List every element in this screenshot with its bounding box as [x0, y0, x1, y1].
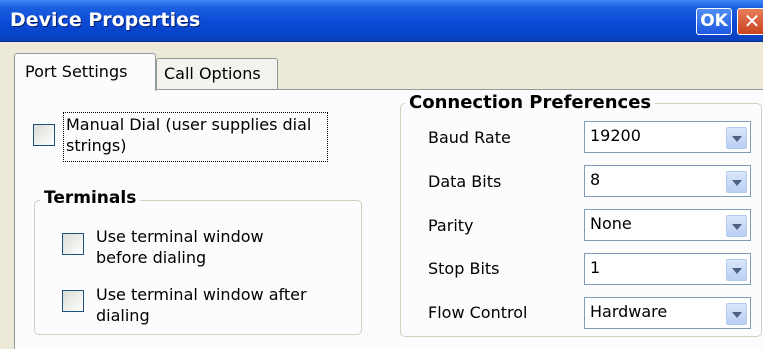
chevron-down-icon[interactable] — [726, 127, 747, 149]
stop-bits-label: Stop Bits — [428, 259, 500, 278]
chevron-down-icon[interactable] — [726, 259, 747, 281]
chevron-down-icon[interactable] — [726, 215, 747, 237]
data-bits-select[interactable]: 8 — [584, 165, 751, 197]
terminal-before-dialing-label[interactable]: Use terminal window before dialing — [96, 226, 264, 268]
parity-label: Parity — [428, 216, 474, 235]
flow-control-value: Hardware — [590, 302, 668, 321]
manual-dial-checkbox[interactable] — [33, 124, 55, 146]
terminal-after-dialing-checkbox[interactable] — [62, 290, 84, 312]
connection-preferences-title: Connection Preferences — [405, 92, 656, 113]
terminal-after-dialing-label[interactable]: Use terminal window after dialing — [96, 284, 307, 326]
stop-bits-select[interactable]: 1 — [584, 253, 751, 285]
chevron-down-icon[interactable] — [726, 171, 747, 193]
data-bits-value: 8 — [590, 170, 601, 189]
parity-value: None — [590, 214, 632, 233]
chevron-down-icon[interactable] — [726, 303, 747, 325]
manual-dial-label[interactable]: Manual Dial (user supplies dial strings) — [66, 114, 311, 156]
baud-rate-label: Baud Rate — [428, 128, 511, 147]
flow-control-select[interactable]: Hardware — [584, 297, 751, 329]
data-bits-label: Data Bits — [428, 172, 502, 191]
flow-control-label: Flow Control — [428, 303, 528, 322]
baud-rate-select[interactable]: 19200 — [584, 121, 751, 153]
terminal-before-dialing-checkbox[interactable] — [62, 233, 84, 255]
parity-select[interactable]: None — [584, 209, 751, 241]
terminals-group-title: Terminals — [40, 188, 141, 208]
stop-bits-value: 1 — [590, 258, 601, 277]
baud-rate-value: 19200 — [590, 126, 641, 145]
